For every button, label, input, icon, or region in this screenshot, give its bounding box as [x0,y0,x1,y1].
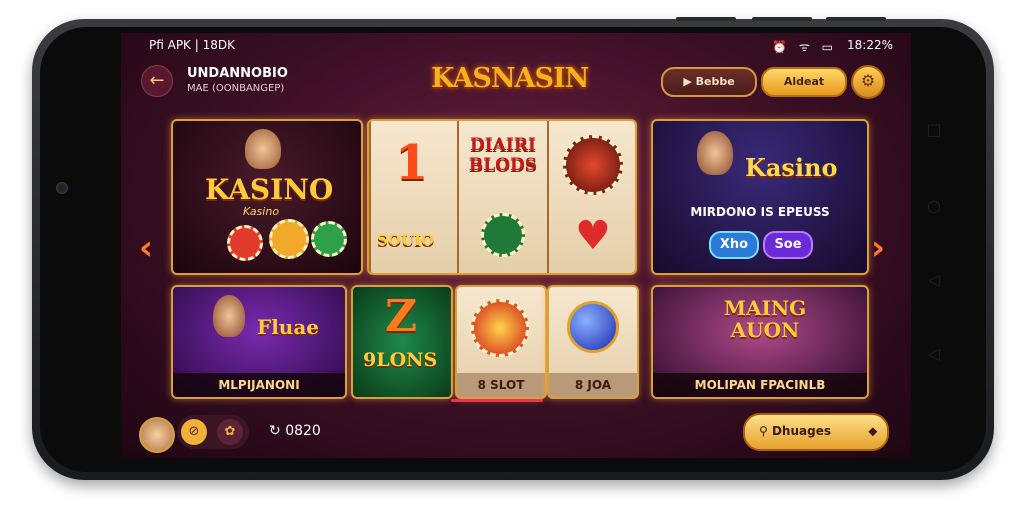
game-card-joa[interactable]: 8 JOA [547,285,639,399]
fluae-title: Fluae [257,315,320,339]
kasino-title: KASINO [205,173,334,206]
pin-icon: ⬥ [868,424,877,438]
game-card-featured[interactable]: Kasino MIRDONO IS EPEUSS Xho Soe [651,119,869,275]
app-screen: Pfi APK | 18DK ⏰ ᯤ ▭ 18:22% ← UNDANNOBIO… [121,33,911,458]
potion-icon [567,301,619,353]
slot-reel-1-label: SOUIO [377,231,435,249]
power-button [826,17,886,21]
app-logo: KASNASIN [431,63,589,94]
page-title: UNDANNOBIO [187,66,288,81]
back-triangle-icon-2[interactable]: ◁ [914,344,954,363]
slot-reel-3: ♥ [547,121,635,273]
heart-icon: ♥ [575,213,611,259]
slot-reel-2-label: DIAIRI BLODS [468,135,538,175]
back-triangle-icon[interactable]: ◁ [914,270,954,289]
game-card-kasino[interactable]: KASINO Kasino [171,119,363,275]
page-subtitle: MAE (OONBANGEP) [187,83,285,94]
maing-auon-caption: MOLIPAN FPACINLB [653,373,867,397]
status-bar: Pfi APK | 18DK ⏰ ᯤ ▭ 18:22% [121,33,911,57]
top-bar: ← UNDANNOBIO MAE (OONBANGEP) KASNASIN ▶ … [121,57,911,109]
header-button-1-label: Bebbe [695,75,735,88]
game-card-z-slots[interactable]: Z 9LONS [351,285,453,399]
search-button[interactable]: ⚲ Dhuages ⬥ [743,413,889,451]
play-icon: ▶ [683,75,696,88]
slot-reel-1-symbol: 1 [395,135,429,191]
joa-caption: 8 JOA [549,373,637,397]
chip-icon [311,221,347,257]
featured-caption: MIRDONO IS EPEUSS [690,205,830,219]
dealer-avatar [245,129,281,169]
maing-auon-title: MAING AUON [723,296,807,342]
game-card-slot[interactable]: 8 SLOT [455,285,547,399]
volume-up-button [676,17,736,21]
z-slots-subtitle: 9LONS [363,349,438,371]
camera-lens [56,182,68,194]
bottom-bar: ⊘ ✿ ↻ 0820 ⚲ Dhuages ⬥ [121,411,911,458]
game-card-maing-auon[interactable]: MAING AUON MOLIPAN FPACINLB [651,285,869,399]
back-arrow-icon[interactable]: ← [141,65,173,97]
chip-icon [269,219,309,259]
compass-icon[interactable]: ⊘ [181,419,207,445]
status-time: 18:22% [847,38,893,52]
roulette-icon [563,135,623,195]
coin-icon [481,213,525,257]
home-circle-icon[interactable]: ○ [914,196,954,215]
host-avatar [697,131,733,175]
chip-icon [227,225,263,261]
kasino-subtitle: Kasino [243,205,280,218]
header-button-2[interactable]: Aldeat [761,67,847,97]
featured-chip-2[interactable]: Soe [763,231,813,259]
slot-reel-2: DIAIRI BLODS [457,121,547,273]
carousel-right-arrow-icon[interactable]: › [871,228,885,268]
hostess-avatar [213,295,245,337]
refresh-icon: ↻ [269,423,286,439]
coin-balance-value: 0820 [285,423,321,439]
volume-down-button [752,17,812,21]
recents-square-icon[interactable]: □ [914,120,954,139]
target-icon [471,299,529,357]
slot-reel-1: 1 SOUIO [369,121,457,273]
status-left: Pfi APK | 18DK [149,38,235,52]
z-slots-title: Z [385,291,418,342]
search-icon: ⚲ [759,424,772,438]
android-nav-bar: □ ○ ◁ ◁ [914,120,954,380]
game-card-fluae[interactable]: Fluae MLPIJANONI [171,285,347,399]
slot-caption: 8 SLOT [457,373,545,397]
carousel-left-arrow-icon[interactable]: ‹ [139,228,153,268]
coin-balance: ↻ 0820 [269,423,321,439]
gift-icon[interactable]: ✿ [217,419,243,445]
featured-title: Kasino [745,153,838,182]
settings-gear-icon[interactable]: ⚙ [851,65,885,99]
game-card-slots[interactable]: 1 SOUIO DIAIRI BLODS ♥ [367,119,637,275]
user-avatar[interactable] [139,417,175,453]
search-label: Dhuages [771,424,831,438]
featured-chip-1[interactable]: Xho [709,231,759,259]
header-button-1[interactable]: ▶ Bebbe [661,67,757,97]
page-indicator [451,399,543,402]
bottom-action-group: ⊘ ✿ [177,415,249,449]
header-button-2-label: Aldeat [783,75,825,88]
fluae-caption: MLPIJANONI [173,373,345,397]
status-icons: ⏰ ᯤ ▭ [772,40,837,54]
